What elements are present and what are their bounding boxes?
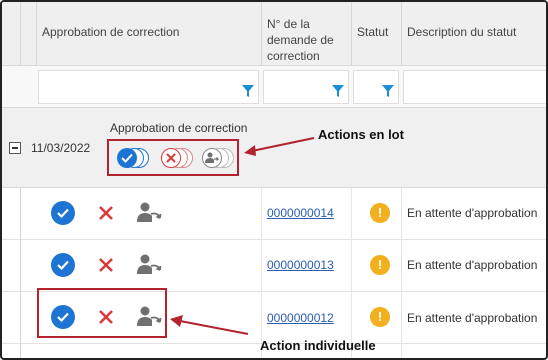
bulk-reassign-button[interactable] [202,148,236,170]
filter-row [2,66,546,108]
col-separator [401,188,402,358]
grid-header: Approbation de correction N° de la deman… [2,2,546,66]
header-description[interactable]: Description du statut [401,2,546,66]
warning-icon: ! [370,255,390,275]
header-numero-label: N° de la demande de correction [267,17,334,63]
filter-description[interactable] [403,70,546,104]
status-description: En attente d'approbation [407,206,538,220]
arrow-icon [244,137,315,156]
reject-x-icon [166,153,176,163]
individual-action-label: Action individuelle [260,338,376,353]
collapse-minus-icon[interactable] [9,142,21,154]
approve-check-icon [57,208,69,218]
col-separator [20,188,21,358]
group-title: Approbation de correction [110,121,248,135]
approve-button[interactable] [51,305,75,329]
request-number-link[interactable]: 0000000014 [267,206,334,220]
approve-button[interactable] [51,201,75,225]
status-description: En attente d'approbation [407,258,538,272]
grid-window: Approbation de correction N° de la deman… [0,0,548,360]
filter-funnel-icon[interactable] [332,85,344,97]
reassign-user-icon [205,152,219,163]
group-date: 11/03/2022 [31,141,91,155]
warning-icon: ! [370,307,390,327]
reject-x-icon[interactable] [98,205,114,221]
col-separator [351,188,352,358]
header-statut[interactable]: Statut [351,2,403,66]
header-approbation-label: Approbation de correction [42,25,180,39]
filter-funnel-icon[interactable] [382,85,394,97]
header-approbation[interactable]: Approbation de correction [36,2,264,66]
reject-x-icon[interactable] [98,309,114,325]
reject-x-icon[interactable] [98,257,114,273]
reassign-user-icon[interactable] [136,201,162,223]
filter-funnel-icon[interactable] [242,85,254,97]
bulk-approve-button[interactable] [117,148,151,170]
filter-numero[interactable] [263,70,349,104]
request-number-link[interactable]: 0000000013 [267,258,334,272]
col-separator [261,188,262,358]
header-description-label: Description du statut [407,25,517,39]
status-description: En attente d'approbation [407,311,538,325]
warning-icon: ! [370,203,390,223]
bulk-actions-label: Actions en lot [318,127,404,142]
reassign-user-icon[interactable] [136,305,162,327]
filter-statut[interactable] [353,70,399,104]
approve-check-icon [57,260,69,270]
approve-check-icon [57,312,69,322]
filter-approbation[interactable] [38,70,259,104]
request-number-link[interactable]: 0000000012 [267,311,334,325]
header-statut-label: Statut [357,25,389,39]
bulk-reject-button[interactable] [161,148,195,170]
approve-check-icon [121,153,133,163]
reassign-user-icon[interactable] [136,253,162,275]
header-numero[interactable]: N° de la demande de correction [261,2,353,66]
arrow-icon [170,315,249,335]
approve-button[interactable] [51,253,75,277]
